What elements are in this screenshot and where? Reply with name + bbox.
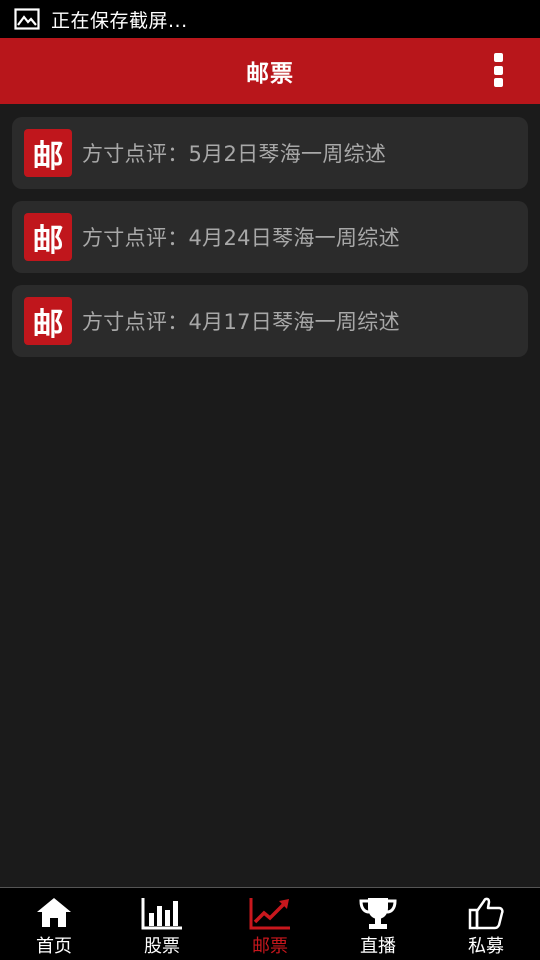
- stamp-list: 邮 方寸点评：5月2日琴海一周综述 邮 方寸点评：4月24日琴海一周综述 邮 方…: [12, 117, 528, 369]
- list-item[interactable]: 邮 方寸点评：4月17日琴海一周综述: [12, 285, 528, 357]
- tab-home[interactable]: 首页: [0, 888, 108, 960]
- tab-stamps[interactable]: 邮票: [216, 888, 324, 960]
- tab-stocks[interactable]: 股票: [108, 888, 216, 960]
- list-item[interactable]: 邮 方寸点评：5月2日琴海一周综述: [12, 117, 528, 189]
- tab-label: 直播: [360, 936, 396, 957]
- tab-label: 私募: [468, 936, 504, 957]
- image-icon: [14, 8, 40, 30]
- status-text: 正在保存截屏...: [51, 9, 188, 32]
- more-vertical-icon[interactable]: [492, 53, 504, 87]
- tab-label: 邮票: [252, 936, 288, 957]
- page-title: 邮票: [246, 61, 294, 87]
- stamp-badge: 邮: [24, 297, 72, 345]
- home-icon: [37, 898, 71, 927]
- bottom-tab-bar: 首页 股票 邮票 直播 私募: [0, 887, 540, 960]
- tab-private[interactable]: 私募: [432, 888, 540, 960]
- list-item-title: 方寸点评：4月24日琴海一周综述: [82, 226, 400, 250]
- list-item[interactable]: 邮 方寸点评：4月24日琴海一周综述: [12, 201, 528, 273]
- tab-live[interactable]: 直播: [324, 888, 432, 960]
- list-item-title: 方寸点评：4月17日琴海一周综述: [82, 310, 400, 334]
- trend-line-icon: [249, 898, 290, 930]
- list-item-title: 方寸点评：5月2日琴海一周综述: [82, 142, 387, 166]
- trophy-icon: [359, 898, 397, 929]
- tab-label: 首页: [36, 936, 72, 957]
- app-bar: 邮票: [0, 38, 540, 104]
- tab-label: 股票: [144, 936, 180, 957]
- status-bar: 正在保存截屏...: [0, 0, 540, 38]
- stamp-badge: 邮: [24, 129, 72, 177]
- thumbs-up-icon: [468, 897, 504, 930]
- stamp-badge: 邮: [24, 213, 72, 261]
- bar-chart-icon: [141, 898, 182, 930]
